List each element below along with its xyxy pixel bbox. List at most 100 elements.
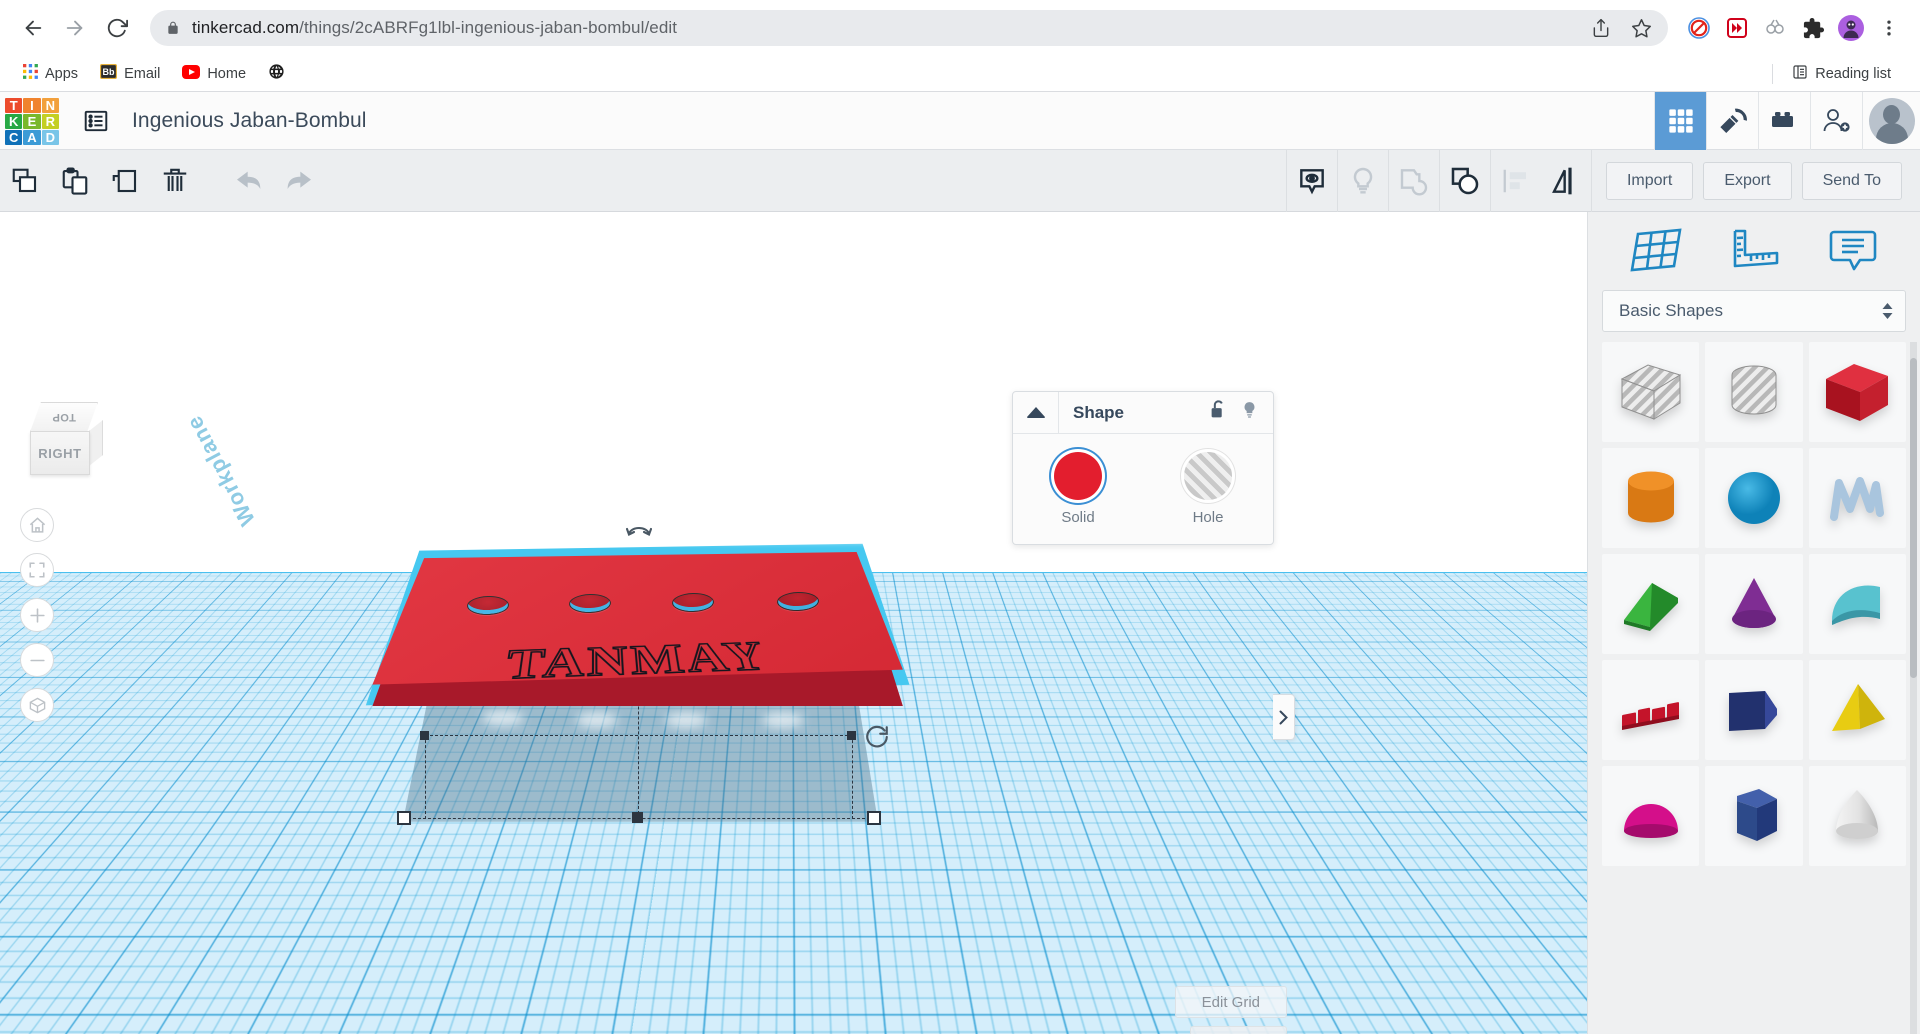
shape-item-cone-purple[interactable] xyxy=(1705,554,1802,654)
selection-edge xyxy=(425,735,853,736)
view-cube-front-face[interactable]: RIGHT xyxy=(30,431,90,475)
tinkercad-logo[interactable]: T I N K E R C A D xyxy=(5,98,59,144)
home-view-icon[interactable] xyxy=(20,508,54,542)
shape-option-solid[interactable]: Solid xyxy=(1013,452,1143,526)
shape-panel-header: Shape xyxy=(1013,392,1273,434)
3d-viewport[interactable]: Workplane xyxy=(0,212,1587,1034)
youtube-icon xyxy=(182,65,200,83)
bookmark-globe[interactable] xyxy=(259,59,294,88)
resize-handle[interactable] xyxy=(847,731,856,740)
back-arrow-icon[interactable] xyxy=(14,9,52,47)
lock-icon xyxy=(166,20,180,36)
zoom-out-icon[interactable] xyxy=(20,643,54,677)
grid-controls: Edit Grid Snap Grid 1.0 mm xyxy=(1112,986,1287,1034)
profile-avatar-icon[interactable] xyxy=(1834,11,1868,45)
view-cube[interactable]: TOP RIGHT xyxy=(26,402,104,484)
sidebar-scrollbar[interactable] xyxy=(1910,358,1917,678)
invite-people-icon[interactable] xyxy=(1810,92,1862,150)
ungroup-shapes-icon[interactable] xyxy=(1440,150,1490,212)
resize-handle[interactable] xyxy=(397,811,411,825)
puzzle-extensions-icon[interactable] xyxy=(1796,11,1830,45)
shapes-grid-wrap[interactable] xyxy=(1588,342,1920,1034)
unlocked-padlock-icon[interactable] xyxy=(1209,399,1228,426)
shape-item-text-red[interactable] xyxy=(1602,660,1699,760)
bookmark-home[interactable]: Home xyxy=(173,61,255,87)
3d-design-icon[interactable] xyxy=(1654,92,1706,150)
edit-grid-button[interactable]: Edit Grid xyxy=(1175,986,1287,1018)
resize-handle[interactable] xyxy=(867,811,881,825)
minecraft-pickaxe-icon[interactable] xyxy=(1706,92,1758,150)
avatar[interactable] xyxy=(1862,92,1920,150)
import-button[interactable]: Import xyxy=(1606,162,1693,200)
lightbulb-icon[interactable] xyxy=(1240,399,1259,426)
resize-handle[interactable] xyxy=(420,731,429,740)
fit-to-view-icon[interactable] xyxy=(20,553,54,587)
model-nameplate[interactable]: TANMAY xyxy=(363,542,915,714)
star-icon[interactable] xyxy=(1631,18,1652,39)
copy-icon[interactable] xyxy=(0,150,50,212)
shape-item-sphere-blue[interactable] xyxy=(1705,448,1802,548)
delete-trash-icon[interactable] xyxy=(150,150,200,212)
hamburger-list-icon[interactable] xyxy=(81,106,111,136)
send-to-button[interactable]: Send To xyxy=(1802,162,1902,200)
chevron-right-icon[interactable] xyxy=(1273,694,1295,740)
workplane-label: Workplane xyxy=(181,411,261,530)
mirror-flip-icon[interactable] xyxy=(1541,150,1591,212)
bookmark-bar: Apps Bb Email Home Reading l xyxy=(0,56,1920,92)
zoom-in-icon[interactable] xyxy=(20,598,54,632)
bookmark-label: Home xyxy=(207,66,246,82)
fast-forward-icon[interactable] xyxy=(1720,11,1754,45)
redo-icon[interactable] xyxy=(274,150,324,212)
view-cube-top-label: TOP xyxy=(52,411,76,423)
hole-swatch[interactable] xyxy=(1184,452,1232,500)
ruler-icon[interactable] xyxy=(1725,222,1783,280)
shape-option-hole[interactable]: Hole xyxy=(1143,452,1273,526)
view-cube-side[interactable] xyxy=(89,420,103,466)
forward-arrow-icon[interactable] xyxy=(56,9,94,47)
shape-item-cylinder-orange[interactable] xyxy=(1602,448,1699,548)
page-title[interactable]: Ingenious Jaban-Bombul xyxy=(132,109,367,133)
workplane-grid-icon[interactable] xyxy=(1626,222,1684,280)
header-actions xyxy=(1654,92,1920,150)
selection-edge xyxy=(852,735,853,819)
reading-list-button[interactable]: Reading list xyxy=(1783,60,1900,88)
shape-item-wedge-green[interactable] xyxy=(1602,554,1699,654)
shape-item-roof-teal[interactable] xyxy=(1809,554,1906,654)
resize-handle[interactable] xyxy=(632,812,643,823)
adblock-icon[interactable] xyxy=(1682,11,1716,45)
shape-item-polygon-navy[interactable] xyxy=(1705,660,1802,760)
shape-item-box-red[interactable] xyxy=(1809,342,1906,442)
orthographic-view-icon[interactable] xyxy=(20,688,54,722)
collapse-triangle-icon[interactable] xyxy=(1013,392,1059,434)
shape-item-pyramid-yellow[interactable] xyxy=(1809,660,1906,760)
show-hide-eye-icon[interactable] xyxy=(1287,150,1337,212)
bookmark-bar-right: Reading list xyxy=(1772,60,1906,88)
address-bar[interactable]: tinkercad.com/things/2cABRFg1lbl-ingenio… xyxy=(150,10,1668,46)
bookmark-label: Apps xyxy=(45,66,78,82)
bookmark-email[interactable]: Bb Email xyxy=(91,60,169,87)
undo-icon[interactable] xyxy=(224,150,274,212)
duplicate-icon[interactable] xyxy=(100,150,150,212)
solid-color-swatch[interactable] xyxy=(1054,452,1102,500)
shapes-category-dropdown[interactable]: Basic Shapes xyxy=(1602,290,1906,332)
three-dot-menu-icon[interactable] xyxy=(1872,11,1906,45)
bookmark-apps[interactable]: Apps xyxy=(14,60,87,87)
lego-brick-icon[interactable] xyxy=(1758,92,1810,150)
shape-item-hexprism-blue[interactable] xyxy=(1705,766,1802,866)
url-host: tinkercad.com xyxy=(192,18,299,37)
privacy-badger-icon[interactable] xyxy=(1758,11,1792,45)
rotate-arrow-icon[interactable] xyxy=(864,724,890,755)
logo-cell: D xyxy=(42,130,59,145)
paste-icon[interactable] xyxy=(50,150,100,212)
share-icon[interactable] xyxy=(1591,18,1611,38)
snap-grid-dropdown[interactable]: 1.0 mm xyxy=(1190,1026,1287,1034)
reload-icon[interactable] xyxy=(98,9,136,47)
shape-item-dome-pink[interactable] xyxy=(1602,766,1699,866)
export-button[interactable]: Export xyxy=(1703,162,1791,200)
note-comment-icon[interactable] xyxy=(1824,222,1882,280)
shape-item-scribble-lightblue[interactable] xyxy=(1809,448,1906,548)
shape-item-box-hole[interactable] xyxy=(1602,342,1699,442)
shape-item-paraboloid-white[interactable] xyxy=(1809,766,1906,866)
view-cube-top-face[interactable]: TOP xyxy=(30,402,98,432)
shape-item-cylinder-hole[interactable] xyxy=(1705,342,1802,442)
